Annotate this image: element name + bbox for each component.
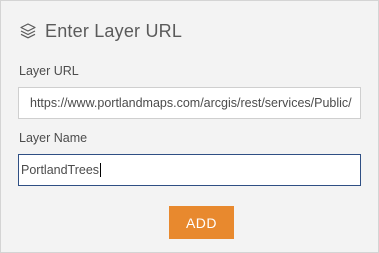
layers-icon xyxy=(19,22,37,40)
layer-name-value: PortlandTrees xyxy=(21,163,100,177)
panel-title: Enter Layer URL xyxy=(45,20,183,41)
layer-name-label: Layer Name xyxy=(19,131,88,145)
add-button[interactable]: ADD xyxy=(169,206,234,239)
add-layer-panel: Enter Layer URL Layer URL Layer Name Por… xyxy=(0,0,379,253)
layer-url-label: Layer URL xyxy=(19,64,79,78)
layer-url-input[interactable] xyxy=(18,87,361,119)
layer-name-input[interactable]: PortlandTrees xyxy=(18,154,361,186)
panel-header: Enter Layer URL xyxy=(19,19,182,43)
text-caret xyxy=(100,162,102,177)
